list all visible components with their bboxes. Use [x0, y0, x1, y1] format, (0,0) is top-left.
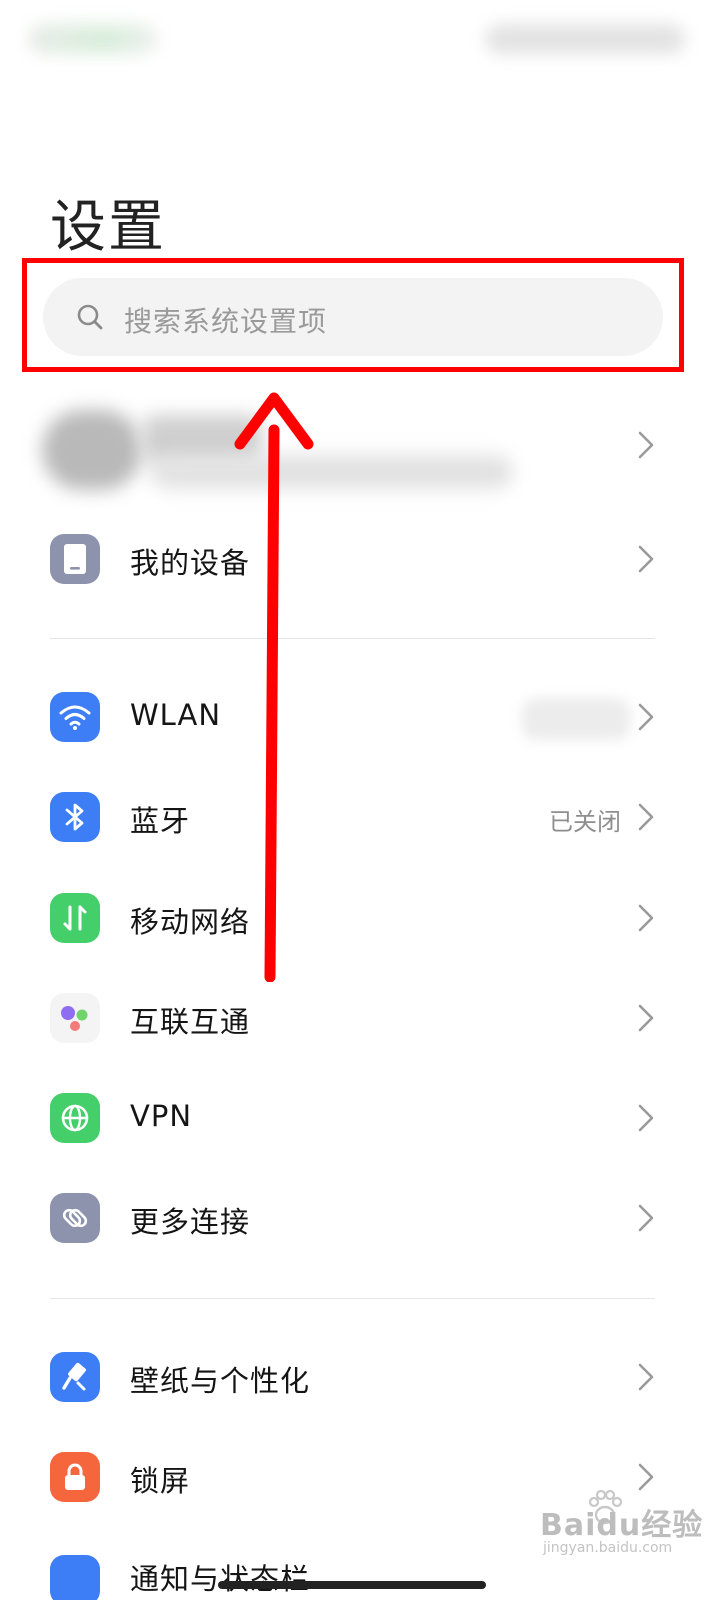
- globe-icon: [50, 1093, 100, 1143]
- settings-item-label: 通知与状态栏: [130, 1562, 311, 1596]
- chevron-right-icon: [638, 803, 654, 831]
- settings-item-mobile-network[interactable]: 移动网络: [0, 873, 719, 963]
- brush-icon: [50, 1352, 100, 1402]
- interconnect-icon: [50, 993, 100, 1043]
- phone-icon: [50, 534, 100, 584]
- link-icon: [50, 1193, 100, 1243]
- watermark-url: jingyan.baidu.com: [543, 1540, 673, 1556]
- settings-item-bluetooth[interactable]: 蓝牙 已关闭: [0, 772, 719, 862]
- account-row[interactable]: [32, 395, 672, 503]
- settings-item-notifications[interactable]: 通知与状态栏: [0, 1550, 719, 1600]
- chevron-right-icon: [638, 1004, 654, 1032]
- bluetooth-icon: [50, 792, 100, 842]
- section-divider: [50, 638, 655, 639]
- avatar: [42, 410, 142, 490]
- annotation-arrow: [234, 392, 314, 982]
- chevron-right-icon: [638, 1204, 654, 1232]
- wifi-icon: [50, 692, 100, 742]
- settings-item-wlan[interactable]: WLAN: [0, 672, 719, 762]
- settings-item-my-device[interactable]: 我的设备: [0, 514, 719, 604]
- chevron-right-icon: [638, 1463, 654, 1491]
- lock-icon: [50, 1452, 100, 1502]
- settings-item-label: VPN: [130, 1099, 193, 1133]
- settings-item-label: 锁屏: [130, 1464, 191, 1498]
- settings-item-label: WLAN: [130, 698, 222, 732]
- chevron-right-icon: [638, 1104, 654, 1132]
- chevron-right-icon: [638, 431, 654, 459]
- account-subtitle-blurred: [152, 455, 512, 489]
- status-bar-time-blurred: [28, 24, 158, 54]
- bluetooth-status: 已关闭: [549, 808, 621, 836]
- settings-item-label: 更多连接: [130, 1205, 251, 1239]
- notification-icon: [50, 1555, 100, 1600]
- chevron-right-icon: [638, 1363, 654, 1391]
- status-bar-icons-blurred: [485, 24, 685, 54]
- settings-item-label: 互联互通: [130, 1005, 251, 1039]
- chevron-right-icon: [638, 703, 654, 731]
- highlight-frame: [22, 258, 684, 372]
- settings-item-interconnect[interactable]: 互联互通: [0, 973, 719, 1063]
- section-divider: [50, 1298, 655, 1299]
- settings-item-wallpaper[interactable]: 壁纸与个性化: [0, 1332, 719, 1422]
- wlan-network-blurred: [522, 698, 630, 740]
- home-indicator[interactable]: [218, 1581, 486, 1589]
- settings-item-label: 蓝牙: [130, 804, 191, 838]
- settings-item-vpn[interactable]: VPN: [0, 1073, 719, 1163]
- chevron-right-icon: [638, 904, 654, 932]
- settings-item-label: 壁纸与个性化: [130, 1364, 311, 1398]
- status-bar: [0, 0, 719, 70]
- settings-item-more-connections[interactable]: 更多连接: [0, 1173, 719, 1263]
- page-title: 设置: [50, 195, 166, 260]
- chevron-right-icon: [638, 545, 654, 573]
- mobile-data-icon: [50, 893, 100, 943]
- watermark-brand: Baidu经验: [540, 1508, 704, 1543]
